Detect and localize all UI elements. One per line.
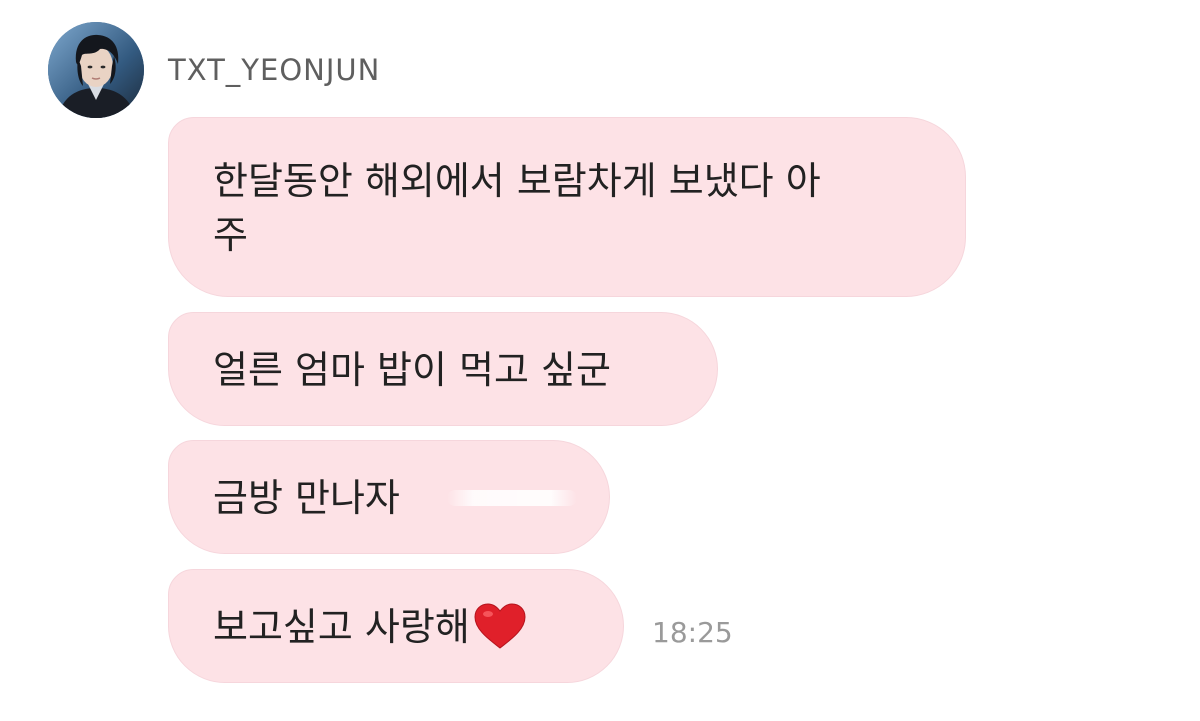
sender-name: TXT_YEONJUN [168,53,381,87]
message-bubble[interactable]: 금방 만나자 [168,440,610,554]
blurred-emoji [447,490,577,506]
message-text-line: 주 [213,213,248,257]
message-bubble[interactable]: 얼른 엄마 밥이 먹고 싶군 [168,312,718,426]
message-text-line: 한달동안 해외에서 보람차게 보냈다 아 [213,159,821,203]
message-bubble[interactable]: 보고싶고 사랑해 [168,569,624,683]
message-text: 보고싶고 사랑해 [213,605,470,649]
message-bubble[interactable]: 한달동안 해외에서 보람차게 보냈다 아 주 [168,117,966,297]
message-timestamp: 18:25 [652,616,733,649]
avatar[interactable] [48,22,144,118]
message-text: 금방 만나자 [213,476,400,520]
message-text: 얼른 엄마 밥이 먹고 싶군 [213,348,611,392]
avatar-image [48,22,144,118]
red-heart-icon [474,602,526,649]
